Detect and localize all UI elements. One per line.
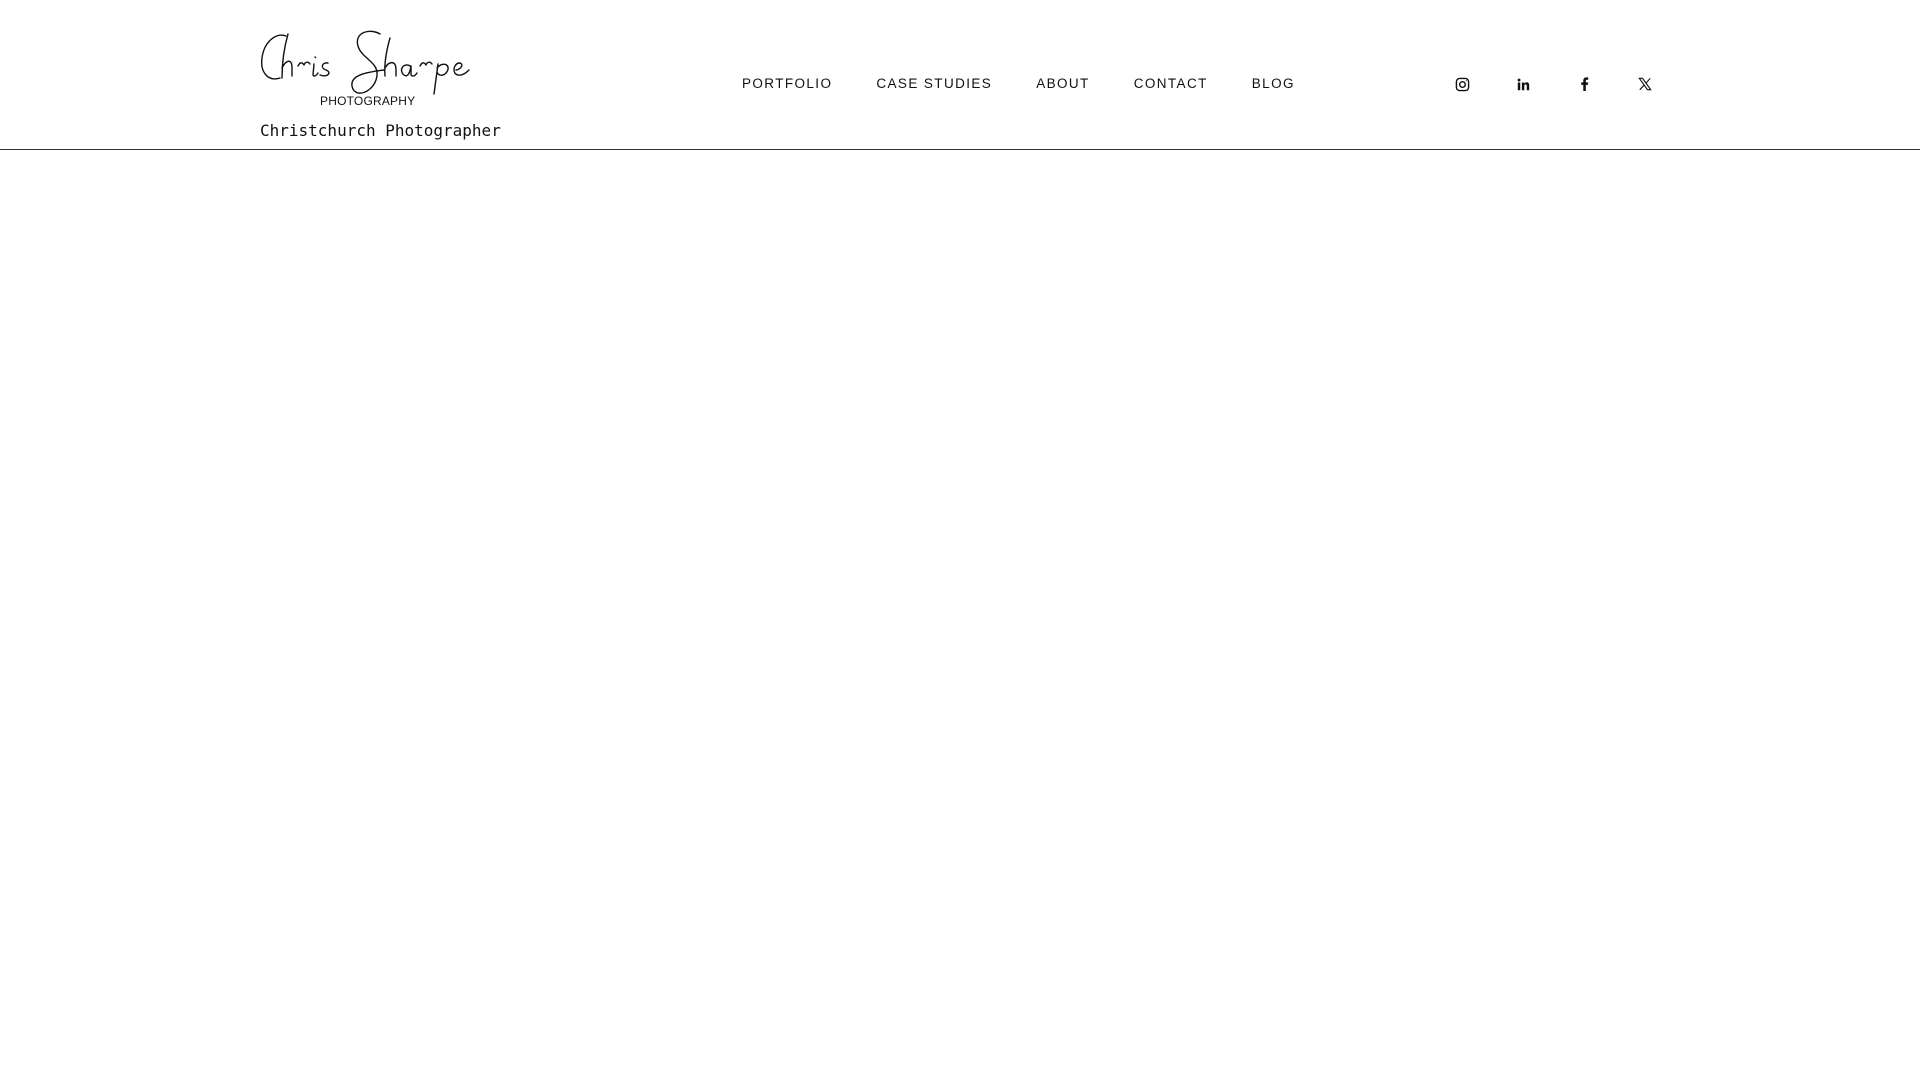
logo[interactable]: PHOTOGRAPHY	[258, 28, 470, 110]
x-icon	[1638, 77, 1652, 91]
nav-case-studies[interactable]: CASE STUDIES	[876, 74, 992, 94]
linkedin-icon	[1517, 78, 1529, 90]
instagram-icon	[1455, 77, 1469, 91]
social-links	[1450, 72, 1657, 96]
facebook-link[interactable]	[1572, 72, 1596, 96]
site-header: PHOTOGRAPHY Christchurch Photographer PO…	[0, 0, 1920, 150]
nav-portfolio[interactable]: PORTFOLIO	[742, 74, 832, 94]
nav-blog[interactable]: BLOG	[1252, 74, 1295, 94]
main-content-area	[0, 151, 1920, 1080]
logo-signature	[261, 30, 470, 95]
site-tagline: Christchurch Photographer	[260, 121, 501, 140]
instagram-link[interactable]	[1450, 72, 1474, 96]
nav-contact[interactable]: CONTACT	[1134, 74, 1208, 94]
x-link[interactable]	[1633, 72, 1657, 96]
linkedin-link[interactable]	[1511, 72, 1535, 96]
logo-subtitle: PHOTOGRAPHY	[320, 94, 416, 108]
nav-about[interactable]: ABOUT	[1036, 74, 1090, 94]
main-nav: PORTFOLIO CASE STUDIES ABOUT CONTACT BLO…	[742, 74, 1295, 94]
facebook-icon	[1580, 77, 1588, 91]
